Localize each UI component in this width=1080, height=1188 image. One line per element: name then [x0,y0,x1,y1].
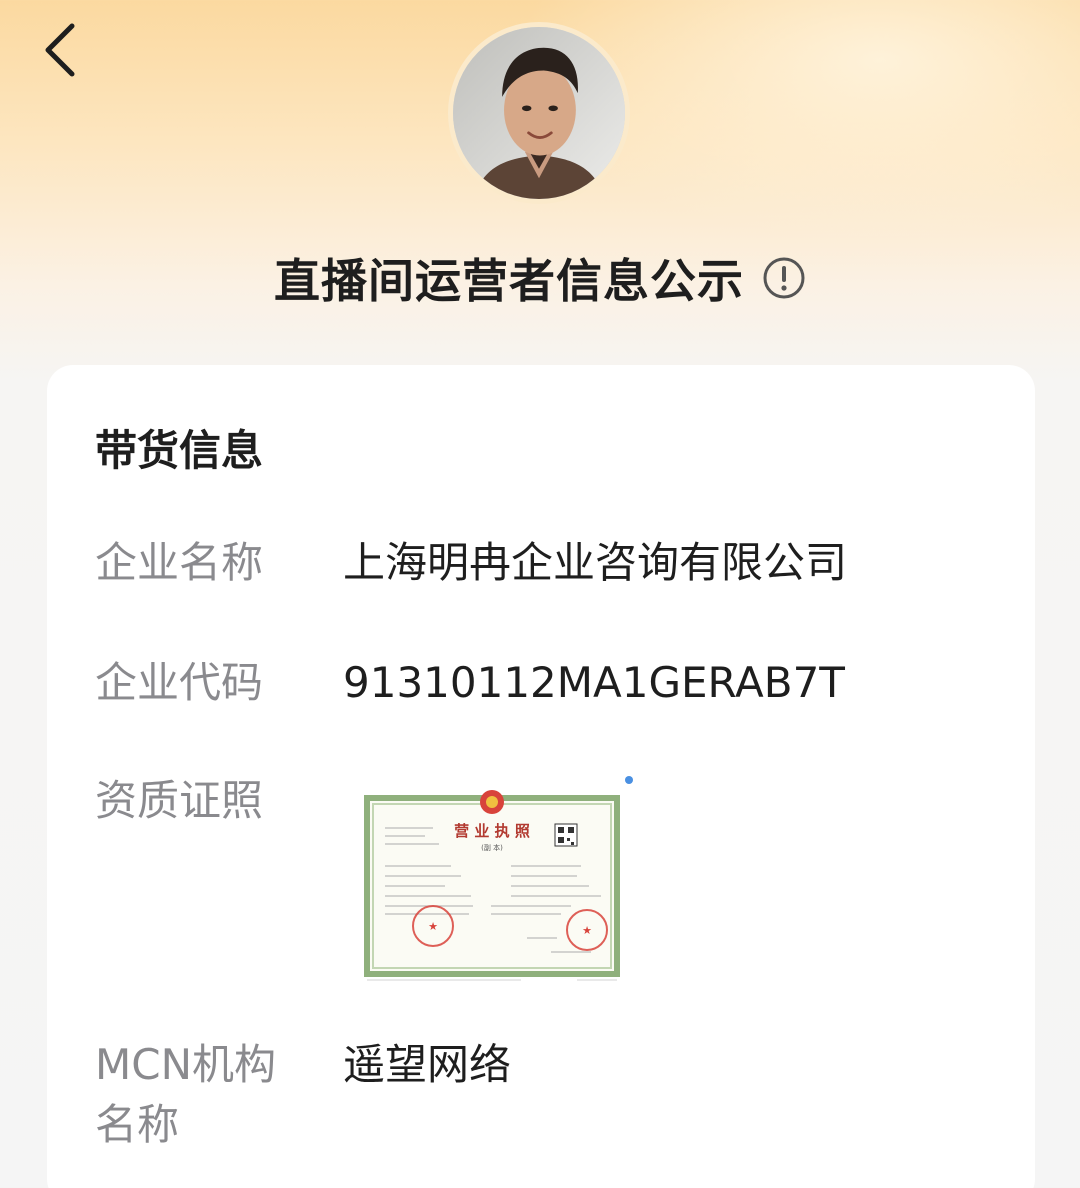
svg-text:★: ★ [428,920,438,933]
exclamation-circle-icon [763,257,805,299]
back-button[interactable] [30,18,90,82]
mcn-name-label: MCN机构名称 [95,1040,276,1149]
license-subtitle: (副 本) [481,843,503,852]
info-card: 带货信息 企业名称 上海明冉企业咨询有限公司 企业代码 91310112MA1G… [47,365,1035,1188]
company-name-value: 上海明冉企业咨询有限公司 [343,538,848,587]
business-license-image[interactable]: 营 业 执 照 (副 本) ★ ★ [341,772,637,994]
avatar[interactable] [448,22,630,204]
title-row: 直播间运营者信息公示 [0,246,1080,310]
company-code-value: 91310112MA1GERAB7T [343,658,845,707]
svg-text:★: ★ [582,924,592,937]
mcn-name-value: 遥望网络 [343,1040,512,1089]
page-title: 直播间运营者信息公示 [274,254,744,308]
company-code-label: 企业代码 [95,658,264,707]
license-title: 营 业 执 照 [454,822,530,840]
avatar-photo [453,27,625,199]
business-license-thumbnail: 营 业 执 照 (副 本) ★ ★ [341,772,637,994]
info-button[interactable] [762,256,806,300]
company-name-label: 企业名称 [95,538,264,587]
section-title: 带货信息 [95,426,264,475]
chevron-left-icon [45,23,75,77]
license-label: 资质证照 [95,776,264,825]
